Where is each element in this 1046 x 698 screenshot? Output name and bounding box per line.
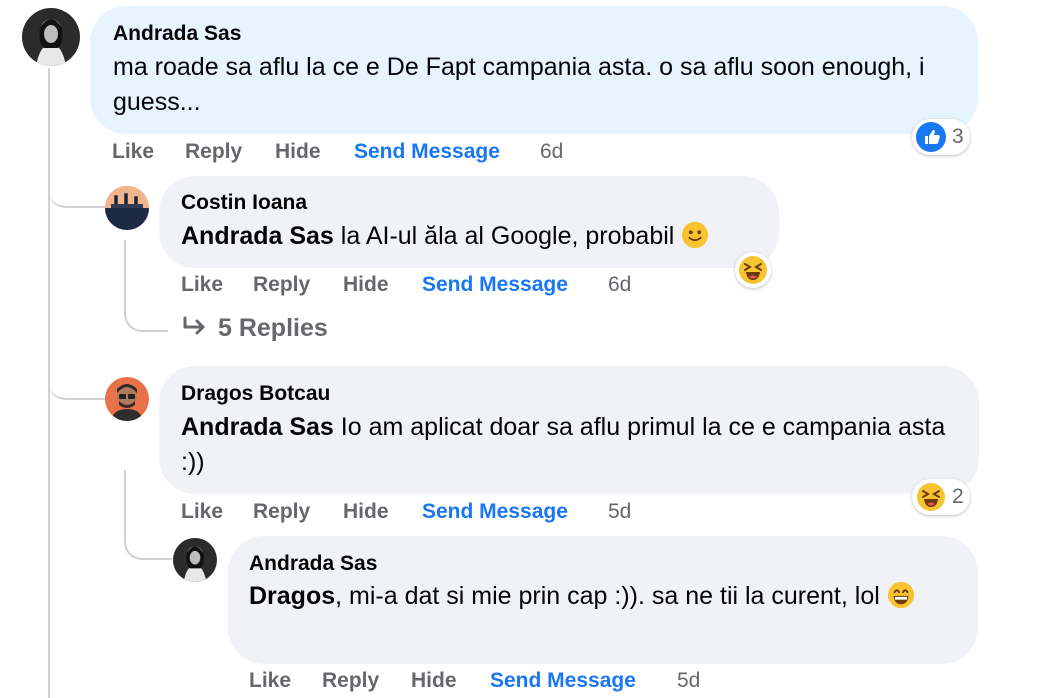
comment-text: Andrada Sas Io am aplicat doar sa aflu p… — [181, 410, 971, 480]
comment-timestamp[interactable]: 5d — [608, 500, 631, 524]
replies-count-label: 5 Replies — [218, 314, 328, 342]
reaction-summary[interactable]: 2 — [912, 479, 970, 515]
comment-text: Andrada Sas la AI-ul ăla al Google, prob… — [181, 219, 709, 254]
replies-connector — [124, 240, 168, 332]
hide-button[interactable]: Hide — [343, 273, 389, 297]
comment-author[interactable]: Dragos Botcau — [181, 382, 330, 406]
reaction-summary[interactable]: 3 — [912, 119, 970, 155]
comment-text: ma roade sa aflu la ce e De Fapt campani… — [113, 50, 953, 120]
comment-timestamp[interactable]: 6d — [540, 140, 563, 164]
reply-button[interactable]: Reply — [253, 500, 310, 524]
hide-button[interactable]: Hide — [343, 500, 389, 524]
comment-actions: Like Reply Hide Send Message 5d — [181, 500, 681, 526]
comment-timestamp[interactable]: 6d — [608, 273, 631, 297]
thread-connector-4 — [124, 470, 172, 560]
like-icon — [916, 122, 946, 152]
send-message-button[interactable]: Send Message — [490, 669, 636, 693]
reply-button[interactable]: Reply — [185, 140, 242, 164]
reaction-summary[interactable] — [735, 252, 771, 288]
send-message-button[interactable]: Send Message — [422, 500, 568, 524]
avatar-andrada-sas[interactable] — [22, 8, 80, 66]
thread-connector-1 — [48, 168, 106, 208]
send-message-button[interactable]: Send Message — [422, 273, 568, 297]
reply-button[interactable]: Reply — [253, 273, 310, 297]
hide-button[interactable]: Hide — [275, 140, 321, 164]
comment-author[interactable]: Costin Ioana — [181, 191, 307, 215]
like-button[interactable]: Like — [249, 669, 291, 693]
comment-author[interactable]: Andrada Sas — [249, 552, 377, 576]
hide-button[interactable]: Hide — [411, 669, 457, 693]
comment-actions: Like Reply Hide Send Message 5d — [249, 669, 749, 695]
comment-timestamp[interactable]: 5d — [677, 669, 700, 693]
haha-icon — [738, 255, 768, 285]
comment-text: Dragos, mi-a dat si mie prin cap :)). sa… — [249, 579, 959, 614]
slightly-smiling-face-icon — [681, 221, 709, 249]
avatar-costin-ioana[interactable] — [105, 186, 149, 230]
mention-link[interactable]: Andrada Sas — [181, 413, 334, 441]
avatar-andrada-sas[interactable] — [173, 538, 217, 582]
grinning-face-icon — [887, 581, 915, 609]
view-replies-link[interactable]: 5 Replies — [182, 314, 328, 343]
like-button[interactable]: Like — [181, 500, 223, 524]
avatar-dragos-botcau[interactable] — [105, 377, 149, 421]
reaction-count: 2 — [952, 485, 964, 508]
reply-button[interactable]: Reply — [322, 669, 379, 693]
comment-actions: Like Reply Hide Send Message 6d — [181, 273, 681, 299]
mention-link[interactable]: Dragos — [249, 582, 335, 610]
comment-text-body: la AI-ul ăla al Google, probabil — [340, 222, 675, 250]
comment-actions: Like Reply Hide Send Message 6d — [112, 140, 612, 166]
send-message-button[interactable]: Send Message — [354, 140, 500, 164]
comment-text-body: ma roade sa aflu la ce e De Fapt campani… — [113, 53, 925, 116]
like-button[interactable]: Like — [181, 273, 223, 297]
comment-author[interactable]: Andrada Sas — [113, 22, 241, 46]
reaction-count: 3 — [952, 125, 964, 148]
like-button[interactable]: Like — [112, 140, 154, 164]
mention-link[interactable]: Andrada Sas — [181, 222, 334, 250]
haha-icon — [916, 482, 946, 512]
reply-arrow-icon — [182, 316, 208, 338]
thread-connector-3 — [48, 360, 106, 400]
comment-text-body: , mi-a dat si mie prin cap :)). sa ne ti… — [335, 582, 880, 610]
